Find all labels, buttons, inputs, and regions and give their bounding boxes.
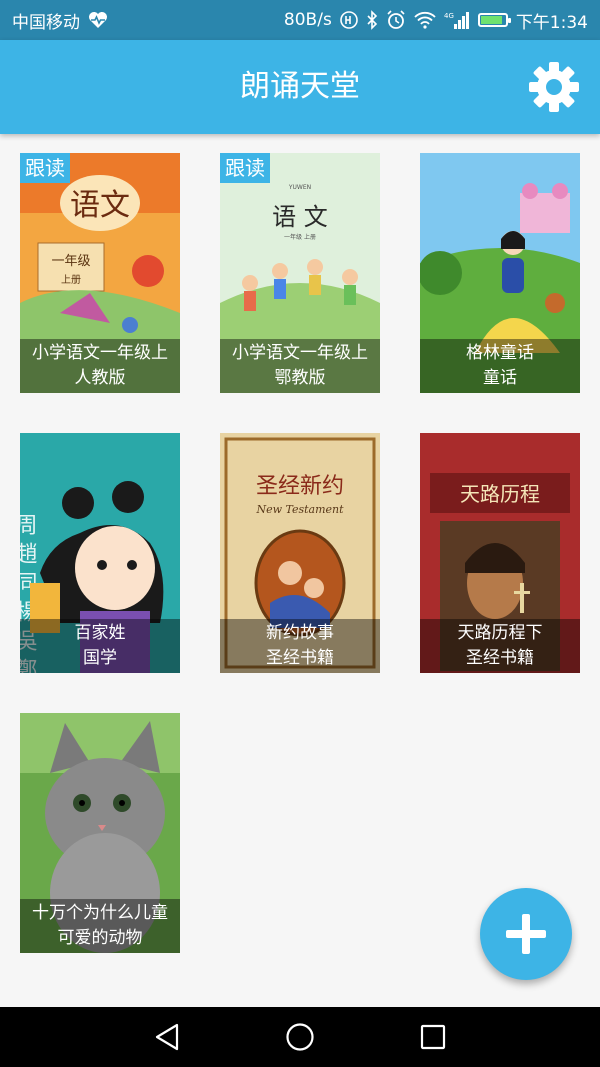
book-subtitle: 人教版 [74, 368, 126, 388]
svg-text:New Testament: New Testament [255, 503, 344, 516]
system-nav-bar [0, 1007, 600, 1067]
settings-button[interactable] [524, 57, 584, 117]
recent-apps-button[interactable] [403, 1007, 463, 1067]
svg-text:语 文: 语 文 [272, 203, 328, 231]
net-speed: 80B/s [283, 10, 332, 30]
status-bar: 中国移动 80B/s 4G 下午1:34 [0, 0, 600, 40]
svg-text:圣经新约: 圣经新约 [256, 474, 344, 499]
book-title: 天路历程下 [457, 623, 543, 643]
add-book-button[interactable] [480, 888, 572, 980]
svg-text:天路历程: 天路历程 [460, 482, 540, 506]
book-card[interactable]: 语 文 YUWEN 一年级 上册 跟读 小学语文一年级上 鄂教版 [220, 153, 380, 393]
recent-square-icon [421, 1024, 446, 1050]
plus-icon [506, 914, 546, 954]
book-caption: 百家姓 国学 [20, 619, 180, 673]
back-button[interactable] [137, 1007, 197, 1067]
alarm-icon [386, 10, 406, 30]
svg-text:一年级 上册: 一年级 上册 [284, 233, 316, 241]
book-caption: 天路历程下 圣经书籍 [420, 619, 580, 673]
carrier-label: 中国移动 [12, 12, 80, 33]
book-card[interactable]: 格林童话 童话 [420, 153, 580, 393]
home-circle-icon [286, 1023, 314, 1051]
heart-pulse-icon [88, 11, 108, 29]
hd-data-icon [340, 11, 358, 29]
book-caption: 小学语文一年级上 鄂教版 [220, 339, 380, 393]
book-subtitle: 国学 [83, 648, 117, 668]
book-subtitle: 童话 [483, 368, 517, 388]
book-title: 小学语文一年级上 [232, 343, 368, 363]
book-subtitle: 圣经书籍 [466, 648, 534, 668]
book-caption: 小学语文一年级上 人教版 [20, 339, 180, 393]
status-left: 中国移动 [12, 8, 108, 33]
follow-read-tag: 跟读 [220, 153, 270, 183]
home-button[interactable] [270, 1007, 330, 1067]
gear-icon [529, 62, 579, 112]
book-title: 十万个为什么儿童 [32, 903, 168, 923]
book-card[interactable]: 十万个为什么儿童 可爱的动物 [20, 713, 180, 953]
book-card[interactable]: 天路历程 天路历程下 圣经书籍 [420, 433, 580, 673]
status-right: 80B/s 4G 下午1:34 [284, 8, 588, 33]
book-title: 小学语文一年级上 [32, 343, 168, 363]
app-title: 朗诵天堂 [240, 69, 360, 104]
svg-text:语文: 语文 [70, 188, 130, 223]
signal-icon: 4G [444, 10, 470, 30]
book-subtitle: 鄂教版 [274, 368, 326, 388]
book-card[interactable]: 周 趙 同 楊 吳 鄭 百家姓 国学 [20, 433, 180, 673]
book-subtitle: 圣经书籍 [266, 648, 334, 668]
book-subtitle: 可爱的动物 [57, 928, 143, 948]
book-caption: 格林童话 童话 [420, 339, 580, 393]
book-title: 新约故事 [266, 623, 334, 643]
svg-text:4G: 4G [444, 12, 454, 20]
book-card[interactable]: 圣经新约 New Testament 新约故事 圣经书籍 [220, 433, 380, 673]
svg-text:一年级: 一年级 [51, 254, 90, 269]
follow-read-tag: 跟读 [20, 153, 70, 183]
battery-icon [477, 13, 511, 27]
book-caption: 十万个为什么儿童 可爱的动物 [20, 899, 180, 953]
bluetooth-icon [366, 10, 378, 30]
app-bar: 朗诵天堂 [0, 40, 600, 134]
wifi-icon [414, 11, 436, 29]
back-triangle-icon [155, 1023, 178, 1051]
svg-text:YUWEN: YUWEN [288, 184, 311, 191]
clock-time: 下午1:34 [515, 12, 588, 33]
svg-text:上册: 上册 [61, 274, 81, 286]
book-caption: 新约故事 圣经书籍 [220, 619, 380, 673]
book-title: 格林童话 [466, 343, 534, 363]
book-card[interactable]: 语文 一年级 上册 跟读 小学语文一年级上 人教版 [20, 153, 180, 393]
book-title: 百家姓 [74, 623, 126, 643]
